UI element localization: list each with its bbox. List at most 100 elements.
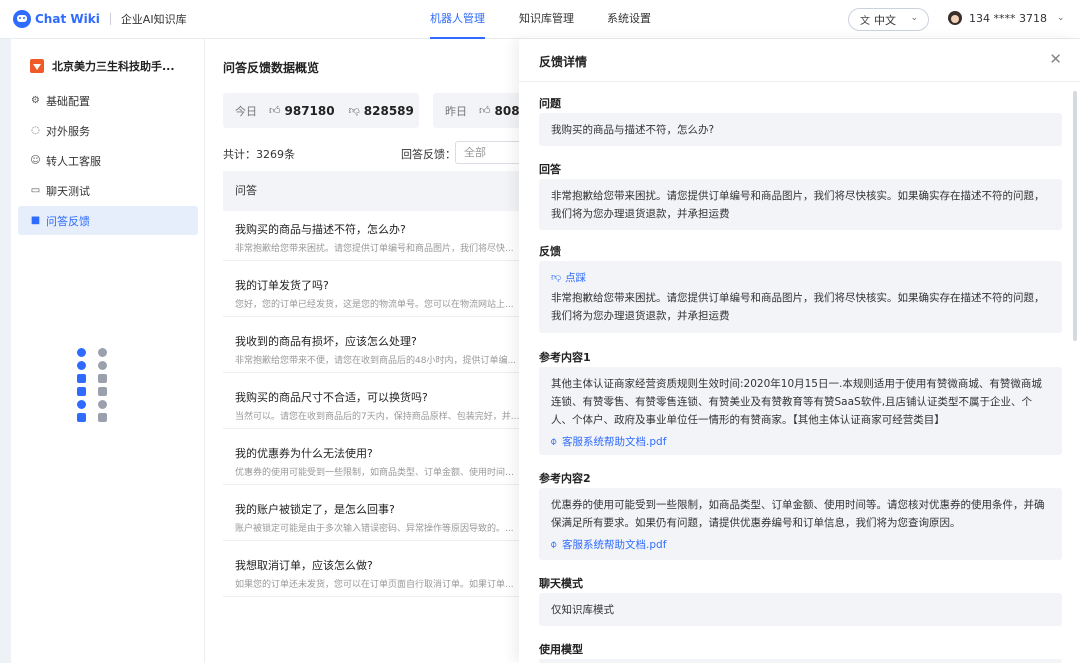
today-label: 今日 bbox=[235, 104, 257, 118]
nav-robot-management[interactable]: 机器人管理 bbox=[430, 0, 485, 39]
reference-1-label: 参考内容1 bbox=[539, 351, 591, 364]
model-box bbox=[539, 659, 1062, 663]
sidebar-item-label: 基础配置 bbox=[46, 94, 90, 108]
table-row[interactable]: 我的账户被锁定了，是怎么回事? 账户被锁定可能是由于多次输入错误密码、异常操作等… bbox=[223, 491, 525, 541]
model-label: 使用模型 bbox=[539, 643, 583, 656]
row-answer: 非常抱歉给您带来不便，请您在收到商品后的48小时内，提供订单编... bbox=[235, 356, 517, 366]
chat-mode-label: 聊天模式 bbox=[539, 577, 583, 590]
collapsed-menu-preview bbox=[77, 346, 107, 424]
paperclip-icon: ⌀ bbox=[547, 538, 560, 551]
sidebar-item-label: 对外服务 bbox=[46, 124, 90, 138]
row-question: 我购买的商品尺寸不合适，可以换货吗? bbox=[235, 391, 428, 404]
paperclip-icon: ⌀ bbox=[547, 435, 560, 448]
table-row[interactable]: 我的订单发货了吗? 您好，您的订单已经发货，这是您的物流单号。您可以在物流网站上… bbox=[223, 267, 525, 317]
feedback-text: 非常抱歉给您带来困扰。请您提供订单编号和商品图片，我们将尽快核实。如果确实存在描… bbox=[551, 292, 1045, 322]
feedback-icon bbox=[77, 413, 86, 422]
grid-icon bbox=[77, 387, 86, 396]
user-menu[interactable]: 134 **** 3718 ⌄ bbox=[948, 11, 1065, 25]
logo-subtitle: 企业AI知识库 bbox=[120, 13, 187, 26]
sidebar-item-external-service[interactable]: ◌ 对外服务 bbox=[18, 116, 198, 145]
yesterday-stats-card: 昨日 👍︎ 8085 bbox=[433, 93, 525, 128]
user-icon bbox=[98, 400, 107, 409]
bot-logo-icon bbox=[30, 59, 44, 73]
chat-bubble-icon bbox=[77, 361, 86, 370]
chatwiki-logo-icon bbox=[13, 10, 31, 28]
scrollbar[interactable] bbox=[1073, 91, 1077, 341]
reference-2-file-link[interactable]: ⌀ 客服系统帮助文档.pdf bbox=[548, 536, 1050, 554]
avatar bbox=[948, 11, 962, 25]
thumbs-down-icon: 👎︎ bbox=[348, 104, 360, 117]
chat-test-icon: ▭ bbox=[30, 185, 41, 196]
row-answer: 优惠券的使用可能受到一些限制，如商品类型、订单金额、使用时间等... bbox=[235, 468, 521, 478]
table-row[interactable]: 我购买的商品与描述不符，怎么办? 非常抱歉给您带来困扰。请您提供订单编号和商品图… bbox=[223, 211, 525, 261]
row-answer: 如果您的订单还未发货，您可以在订单页面自行取消订单。如果订单... bbox=[235, 580, 514, 590]
answer-text: 非常抱歉给您带来困扰。请您提供订单编号和商品图片，我们将尽快核实。如果确实存在描… bbox=[551, 190, 1045, 220]
row-question: 我想取消订单，应该怎么做? bbox=[235, 559, 373, 572]
question-label: 问题 bbox=[539, 97, 561, 110]
chevron-down-icon: ⌄ bbox=[910, 13, 918, 23]
yesterday-label: 昨日 bbox=[445, 104, 467, 118]
logo[interactable]: Chat Wiki 企业AI知识库 bbox=[13, 10, 187, 28]
sidebar-item-chat-test[interactable]: ▭ 聊天测试 bbox=[18, 176, 198, 205]
feedback-overview-panel: 问答反馈数据概览 今日 👍︎ 987180 👎︎ 828589 昨日 👍︎ 80… bbox=[204, 39, 525, 663]
answer-box: 非常抱歉给您带来困扰。请您提供订单编号和商品图片，我们将尽快核实。如果确实存在描… bbox=[539, 179, 1062, 230]
gear-icon bbox=[98, 348, 107, 357]
feedback-filter-select[interactable]: 全部 bbox=[455, 141, 525, 164]
reference-2-file-name: 客服系统帮助文档.pdf bbox=[562, 539, 667, 551]
chevron-down-icon: ⌄ bbox=[1056, 13, 1065, 23]
today-dislikes: 828589 bbox=[363, 103, 414, 118]
row-question: 我的订单发货了吗? bbox=[235, 279, 329, 292]
row-question: 我购买的商品与描述不符，怎么办? bbox=[235, 223, 406, 236]
table-row[interactable]: 我想取消订单，应该怎么做? 如果您的订单还未发货，您可以在订单页面自行取消订单。… bbox=[223, 547, 525, 597]
sidebar-item-label: 聊天测试 bbox=[46, 184, 90, 198]
support-agent-icon: ☺ bbox=[30, 155, 41, 166]
sidebar-item-basic-config[interactable]: ⚙ 基础配置 bbox=[18, 86, 198, 115]
drawer-title: 反馈详情 bbox=[539, 55, 588, 69]
table-row[interactable]: 我购买的商品尺寸不合适，可以换货吗? 当然可以。请您在收到商品后的7天内，保持商… bbox=[223, 379, 525, 429]
user-icon bbox=[77, 400, 86, 409]
sidebar-item-label: 问答反馈 bbox=[46, 214, 90, 228]
close-icon[interactable]: ✕ bbox=[1049, 50, 1062, 68]
sidebar-item-qa-feedback[interactable]: ■ 问答反馈 bbox=[18, 206, 198, 235]
row-question: 我的优惠券为什么无法使用? bbox=[235, 447, 373, 460]
reference-1-text: 其他主体认证商家经营资质规则生效时间:2020年10月15日一.本规则适用于使用… bbox=[551, 378, 1042, 426]
bot-header[interactable]: 北京美力三生科技助手... bbox=[30, 58, 175, 74]
chat-mode-box: 仅知识库模式 bbox=[539, 593, 1062, 626]
thumbs-up-icon: 👍︎ bbox=[479, 104, 491, 117]
chat-bubble-icon: ◌ bbox=[31, 125, 40, 136]
today-likes: 987180 bbox=[284, 103, 335, 118]
gear-icon bbox=[77, 348, 86, 357]
page-title: 问答反馈数据概览 bbox=[223, 61, 320, 75]
reference-1-file-link[interactable]: ⌀ 客服系统帮助文档.pdf bbox=[548, 433, 1050, 451]
feedback-type: 👎︎ 点踩 bbox=[551, 269, 1050, 287]
divider bbox=[519, 81, 1080, 82]
feedback-detail-drawer: 反馈详情 ✕ 问题 我购买的商品与描述不符，怎么办? 回答 非常抱歉给您带来困扰… bbox=[519, 39, 1080, 663]
chat-mode-value: 仅知识库模式 bbox=[551, 604, 614, 616]
support-agent-icon bbox=[98, 374, 107, 383]
row-question: 我收到的商品有损坏，应该怎么处理? bbox=[235, 335, 417, 348]
sidebar: 北京美力三生科技助手... ⚙ 基础配置 ◌ 对外服务 ☺ 转人工客服 ▭ 聊天… bbox=[11, 39, 204, 663]
reference-2-box: 优惠券的使用可能受到一些限制，如商品类型、订单金额、使用时间等。请您核对优惠券的… bbox=[539, 488, 1062, 560]
row-answer: 非常抱歉给您带来困扰。请您提供订单编号和商品图片，我们将尽快... bbox=[235, 244, 514, 254]
nav-system-settings[interactable]: 系统设置 bbox=[607, 0, 651, 39]
logo-text: Chat Wiki bbox=[35, 12, 100, 26]
feedback-icon bbox=[98, 413, 107, 422]
row-answer: 您好，您的订单已经发货，这是您的物流单号。您可以在物流网站上... bbox=[235, 300, 514, 310]
nav-knowledge-management[interactable]: 知识库管理 bbox=[519, 0, 574, 39]
language-select[interactable]: 文 中文 ⌄ bbox=[848, 8, 929, 31]
table-row[interactable]: 我的优惠券为什么无法使用? 优惠券的使用可能受到一些限制，如商品类型、订单金额、… bbox=[223, 435, 525, 485]
sidebar-item-human-agent[interactable]: ☺ 转人工客服 bbox=[18, 146, 198, 175]
feedback-type-label: 点踩 bbox=[565, 272, 587, 284]
question-box: 我购买的商品与描述不符，怎么办? bbox=[539, 113, 1062, 146]
bot-name: 北京美力三生科技助手... bbox=[52, 60, 175, 73]
table-row[interactable]: 我收到的商品有损坏，应该怎么处理? 非常抱歉给您带来不便，请您在收到商品后的48… bbox=[223, 323, 525, 373]
reference-1-box: 其他主体认证商家经营资质规则生效时间:2020年10月15日一.本规则适用于使用… bbox=[539, 367, 1062, 455]
table-header: 问答 bbox=[223, 171, 525, 211]
row-answer: 账户被锁定可能是由于多次输入错误密码、异常操作等原因导致的。... bbox=[235, 524, 514, 534]
top-bar: Chat Wiki 企业AI知识库 机器人管理 知识库管理 系统设置 文 中文 … bbox=[0, 0, 1080, 39]
chat-bubble-icon bbox=[98, 361, 107, 370]
grid-icon bbox=[98, 387, 107, 396]
filter-label: 回答反馈： bbox=[401, 148, 456, 161]
user-phone: 134 **** 3718 bbox=[969, 11, 1047, 25]
today-stats-card: 今日 👍︎ 987180 👎︎ 828589 bbox=[223, 93, 419, 128]
